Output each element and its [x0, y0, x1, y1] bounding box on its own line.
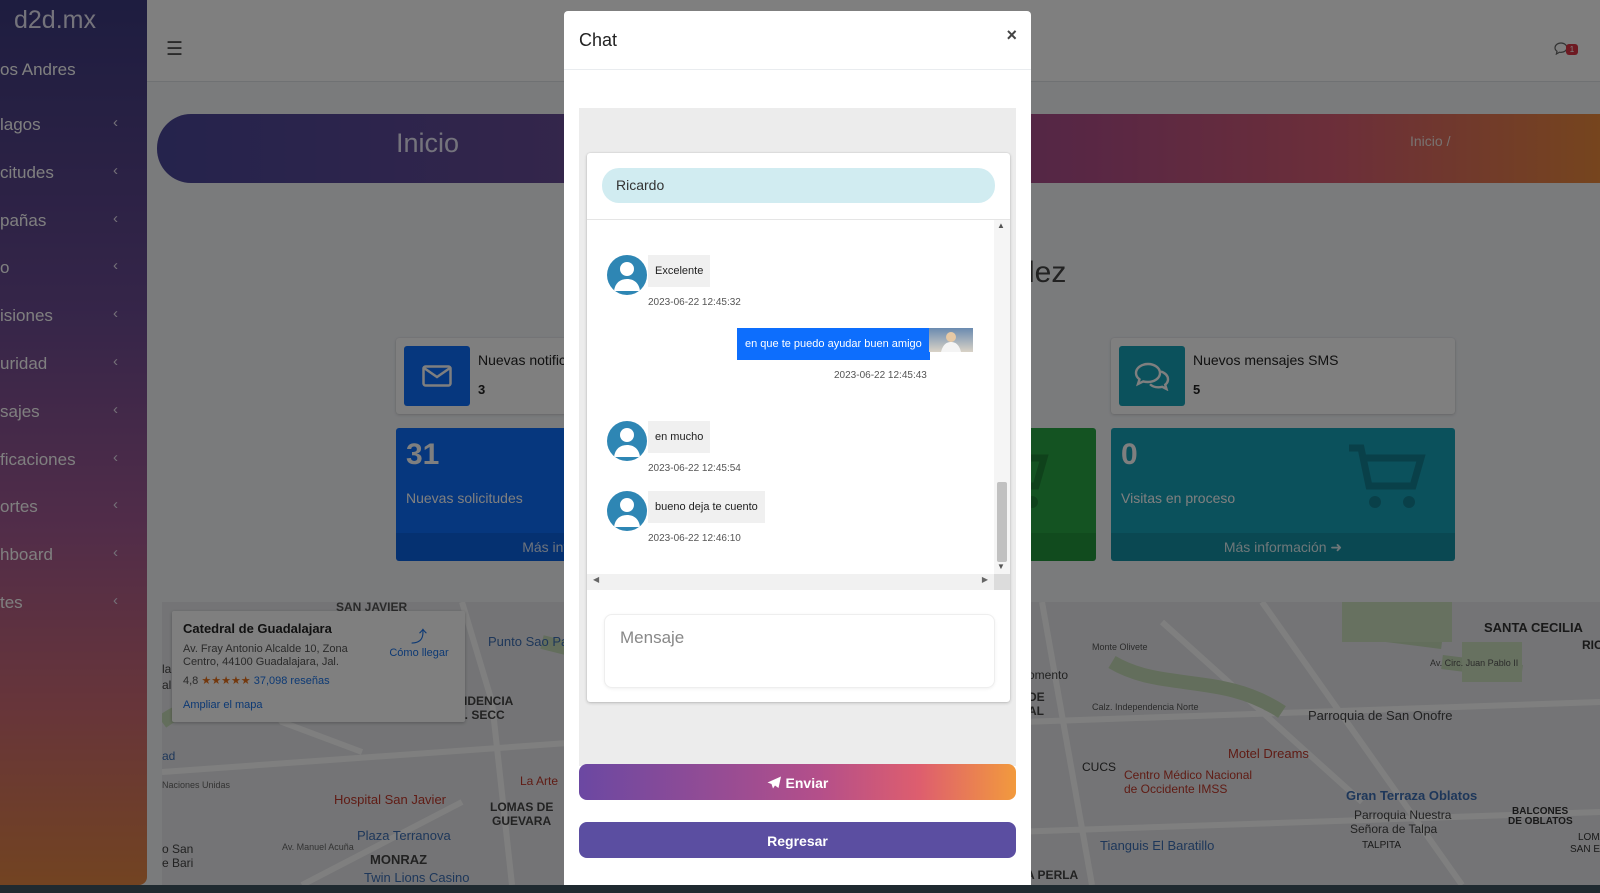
message-bubble: bueno deja te cuento [648, 491, 765, 523]
scrollbar-thumb[interactable] [997, 482, 1007, 562]
message-time: 2023-06-22 12:45:43 [834, 370, 927, 381]
modal-header: Chat × [564, 11, 1031, 70]
modal-title: Chat [579, 30, 618, 50]
user-avatar-icon [607, 421, 647, 461]
scrollbar-corner [994, 574, 1010, 590]
scroll-left-arrow-icon[interactable]: ◀ [593, 575, 599, 584]
user-avatar-icon [607, 491, 647, 531]
chat-modal: Chat × Ricardo Excelente 2023-06-22 12:4… [564, 11, 1031, 885]
scroll-up-arrow-icon[interactable]: ▲ [997, 221, 1005, 230]
scroll-down-arrow-icon[interactable]: ▼ [997, 562, 1005, 571]
message-bubble-outgoing: en que te puedo ayudar buen amigo [737, 328, 930, 360]
chat-container: Ricardo Excelente 2023-06-22 12:45:32 en… [579, 108, 1016, 766]
message-input[interactable]: Mensaje [604, 614, 995, 688]
paper-plane-icon [767, 775, 786, 791]
send-button-label: Enviar [785, 775, 829, 791]
message-time: 2023-06-22 12:45:54 [648, 463, 741, 474]
message-time: 2023-06-22 12:46:10 [648, 533, 741, 544]
message-input-placeholder: Mensaje [620, 628, 685, 647]
message-bubble: en mucho [648, 421, 711, 453]
user-avatar-icon [607, 255, 647, 295]
vertical-scrollbar[interactable]: ▲ ▼ [994, 220, 1010, 576]
chat-contact-name: Ricardo [602, 168, 995, 203]
close-icon[interactable]: × [1006, 25, 1017, 46]
scroll-right-arrow-icon[interactable]: ▶ [982, 575, 988, 584]
os-taskbar [0, 885, 1600, 893]
message-time: 2023-06-22 12:45:32 [648, 297, 741, 308]
horizontal-scrollbar[interactable]: ◀ ▶ [587, 574, 1010, 590]
back-button[interactable]: Regresar [579, 822, 1016, 858]
user-photo-thumbnail [929, 328, 973, 352]
chat-card: Ricardo Excelente 2023-06-22 12:45:32 en… [587, 153, 1010, 702]
send-button[interactable]: Enviar [579, 764, 1016, 800]
message-bubble: Excelente [648, 255, 711, 287]
chat-messages[interactable]: Excelente 2023-06-22 12:45:32 en que te … [587, 220, 1010, 590]
